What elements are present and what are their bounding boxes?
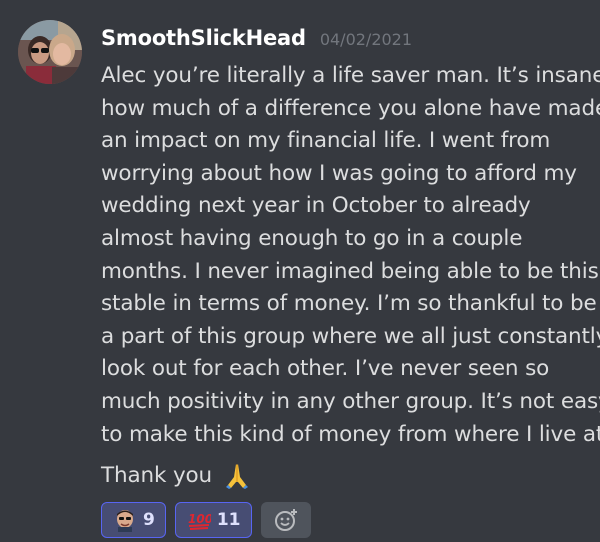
message-closing-line: Thank you: [101, 460, 597, 493]
reaction-custom-face[interactable]: 9: [101, 502, 166, 538]
message-line: look out for each other. I’ve never seen…: [101, 356, 550, 382]
message-line: much positivity in any other group. It’s…: [101, 388, 600, 414]
svg-text:100: 100: [188, 512, 211, 526]
message-line: a part of this group where we all just c…: [101, 323, 600, 349]
folded-hands-emoji-icon: [226, 464, 249, 490]
message-content: Alec you’re literally a life saver man. …: [101, 60, 600, 493]
message-header: SmoothSlickHead 04/02/2021: [101, 26, 412, 50]
user-avatar[interactable]: [18, 20, 82, 84]
message-line: stable in terms of money. I’m so thankfu…: [101, 291, 597, 317]
add-reaction-button[interactable]: [260, 502, 311, 538]
message-line: wedding next year in October to already: [101, 193, 531, 219]
reaction-count: 9: [143, 510, 155, 530]
message-timestamp: 04/02/2021: [319, 30, 413, 49]
message-line: worrying about how I was going to afford…: [101, 160, 577, 186]
reaction-count: 11: [216, 510, 241, 530]
hundred-points-emoji-icon: 100: [188, 512, 211, 530]
username[interactable]: SmoothSlickHead: [101, 26, 306, 50]
message-line: to make this kind of money from where I …: [101, 421, 600, 447]
message-line: almost having enough to go in a couple: [101, 225, 523, 251]
avatar-photo-icon: [18, 20, 82, 84]
message-line: how much of a difference you alone have …: [101, 95, 600, 121]
message-line: months. I never imagined being able to b…: [101, 258, 599, 284]
reactions-bar: 9 100 11: [101, 502, 311, 538]
message-closing-text: Thank you: [101, 463, 213, 489]
message-line: Alec you’re literally a life saver man. …: [101, 63, 600, 88]
custom-face-emoji-icon: [117, 510, 133, 532]
message-line: an impact on my financial life. I went f…: [101, 128, 551, 154]
add-reaction-icon: [274, 509, 297, 531]
chat-message: SmoothSlickHead 04/02/2021 Alec you’re l…: [0, 0, 600, 542]
reaction-hundred-points[interactable]: 100 11: [174, 502, 252, 538]
